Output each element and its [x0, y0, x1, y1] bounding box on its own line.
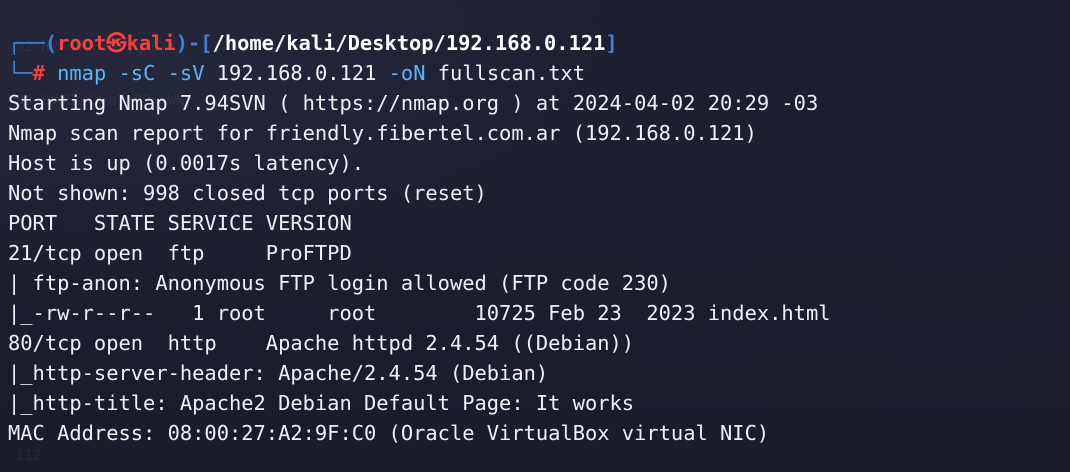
output-line-port-header: PORT STATE SERVICE VERSION: [8, 211, 352, 235]
output-line-port-80: 80/tcp open http Apache httpd 2.4.54 ((D…: [8, 331, 635, 355]
background-line-number: 112: [16, 448, 42, 464]
prompt-header: ┌──(root㉿kali)-[/home/kali/Desktop/192.1…: [8, 28, 618, 58]
command-output-file: fullscan.txt: [437, 61, 586, 85]
output-line-port-21: 21/tcp open ftp ProFTPD: [8, 241, 352, 265]
command-name: nmap: [57, 61, 107, 85]
prompt-hash: #: [32, 61, 45, 85]
output-line-ftp-anon: | ftp-anon: Anonymous FTP login allowed …: [8, 271, 671, 295]
output-line-http-header: |_http-server-header: Apache/2.4.54 (Deb…: [8, 361, 549, 385]
command-flag-sc: -sC: [118, 61, 156, 85]
prompt-user: root: [57, 31, 107, 55]
terminal-window[interactable]: 92 Hy8nvLF8HVjqKCYX 93 0VB5pA3jaJaQ9xmWN…: [0, 0, 1070, 472]
prompt-open-paren: (: [44, 31, 58, 55]
command-flag-on: -oN: [388, 61, 426, 85]
prompt-open-bracket: [: [200, 31, 213, 55]
output-line-ftp-file: |_-rw-r--r-- 1 root root 10725 Feb 23 20…: [8, 301, 831, 325]
prompt-separator: -: [188, 31, 201, 55]
output-line-report: Nmap scan report for friendly.fibertel.c…: [8, 121, 757, 145]
output-line-host-up: Host is up (0.0017s latency).: [8, 151, 365, 175]
prompt-close-paren: ): [175, 31, 189, 55]
skull-icon: ㉿: [106, 31, 127, 55]
command-line[interactable]: └─# nmap -sC -sV 192.168.0.121 -oN fulls…: [8, 58, 585, 88]
output-line-mac: MAC Address: 08:00:27:A2:9F:C0 (Oracle V…: [8, 421, 770, 445]
output-line-http-title: |_http-title: Apache2 Debian Default Pag…: [8, 391, 635, 415]
output-line-start: Starting Nmap 7.94SVN ( https://nmap.org…: [8, 91, 819, 115]
prompt-bottom-corner: └─: [8, 61, 33, 85]
command-target: 192.168.0.121: [216, 61, 377, 85]
output-line-not-shown: Not shown: 998 closed tcp ports (reset): [8, 181, 487, 205]
command-flag-sv: -sV: [167, 61, 205, 85]
prompt-top-corner: ┌──: [8, 31, 45, 55]
prompt-close-bracket: ]: [605, 31, 618, 55]
prompt-host: kali: [126, 31, 176, 55]
prompt-path: /home/kali/Desktop/192.168.0.121: [212, 31, 606, 55]
